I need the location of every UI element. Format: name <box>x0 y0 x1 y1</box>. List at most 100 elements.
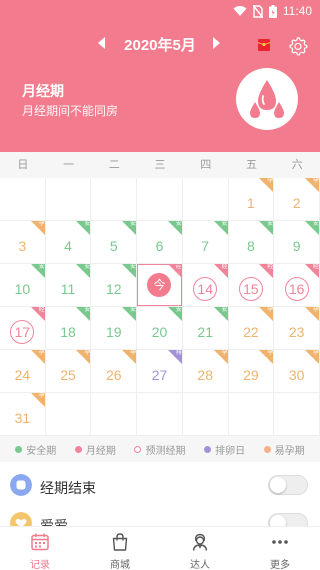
cycle-status-title: 月经期 <box>22 83 64 99</box>
calendar-day-cell[interactable]: 孕 22 <box>228 307 275 350</box>
calendar-day-cell[interactable]: 安 18 <box>45 307 92 350</box>
weekday-label: 一 <box>63 159 75 171</box>
period-dot-icon <box>74 445 82 453</box>
calendar-day-cell[interactable]: 安8 <box>228 221 275 264</box>
legend-period-label: 月经期 <box>85 445 116 457</box>
day-number: 8 <box>247 238 255 254</box>
day-status-corner-label: 安 <box>267 221 274 227</box>
toggle-knob <box>270 477 286 493</box>
calendar-day-cell[interactable]: 安 19 <box>91 307 138 350</box>
calendar-day-cell[interactable]: 安 12 <box>91 264 138 307</box>
calendar-day-cell[interactable]: 孕 28 <box>182 350 229 393</box>
calendar-day-cell[interactable]: 安 20 <box>137 307 183 350</box>
legend-period: 月经期 <box>74 442 116 457</box>
day-status-corner-label: 孕 <box>38 221 45 227</box>
tab-expert[interactable]: 达人 <box>160 527 240 570</box>
tab-more[interactable]: 更多 <box>240 527 320 570</box>
calendar-day-cell[interactable]: 安 21 <box>182 307 229 350</box>
day-status-corner-label: 孕 <box>312 307 319 313</box>
day-status-corner-label: 孕 <box>267 178 274 184</box>
legend-ovulation-label: 排卵日 <box>215 445 246 457</box>
calendar-day-cell[interactable]: 安9 <box>274 221 320 264</box>
day-status-corner-label: 经 <box>38 307 45 313</box>
day-status-corner-label: 经 <box>221 264 228 270</box>
calendar-day-cell[interactable]: 安7 <box>182 221 229 264</box>
day-status-corner-label: 安 <box>221 307 228 313</box>
legend-safe: 安全期 <box>15 442 56 457</box>
calendar-day-cell[interactable]: 经 16 <box>274 264 320 307</box>
legend-fertile-label: 易孕期 <box>274 445 305 457</box>
calendar-day-cell[interactable]: 经今 <box>137 264 183 307</box>
calendar-empty-cell <box>228 393 275 436</box>
tab-record-label: 记录 <box>30 560 50 570</box>
day-status-corner-label: 排 <box>175 350 182 356</box>
calendar-day-cell[interactable]: 经 14 <box>182 264 229 307</box>
calendar-day-cell[interactable]: 孕 24 <box>0 350 46 393</box>
month-navigator: 2020年5月 <box>0 30 320 58</box>
day-number: 27 <box>151 367 168 383</box>
calendar-day-cell[interactable]: 孕 26 <box>91 350 138 393</box>
calendar-day-cell[interactable]: 安 11 <box>45 264 92 307</box>
previous-month-button[interactable] <box>96 36 106 50</box>
calendar-day-cell[interactable]: 孕 30 <box>274 350 320 393</box>
day-number: 24 <box>14 367 31 383</box>
weekday-label: 五 <box>245 159 257 171</box>
tab-record[interactable]: 记录 <box>0 527 80 570</box>
month-title[interactable]: 2020年5月 <box>110 34 210 55</box>
calendar-day-cell[interactable]: 孕2 <box>274 178 320 221</box>
period-end-toggle[interactable] <box>268 475 308 495</box>
settings-gear-icon[interactable] <box>287 35 309 57</box>
day-status-corner-label: 孕 <box>267 350 274 356</box>
day-number: 14 <box>197 281 213 297</box>
period-drop-icon <box>236 68 298 130</box>
weekday-header: 日一二三四五六 <box>0 152 320 178</box>
next-month-button[interactable] <box>212 36 222 50</box>
day-number: 15 <box>243 281 259 297</box>
day-status-corner-label: 安 <box>175 307 182 313</box>
red-packet-icon[interactable] <box>257 38 271 52</box>
calendar-legend: 安全期 月经期 预测经期 排卵日 易孕期 <box>0 436 320 462</box>
calendar-empty-cell <box>182 393 229 436</box>
calendar-day-cell[interactable]: 孕1 <box>228 178 275 221</box>
calendar-day-cell[interactable]: 孕 29 <box>228 350 275 393</box>
bottom-tab-bar: 记录 商城 达人 更多 <box>0 526 320 570</box>
day-number: 23 <box>288 324 305 340</box>
status-icons: 11:40 <box>233 4 312 18</box>
calendar-day-cell[interactable]: 安 10 <box>0 264 46 307</box>
day-status-corner-label: 安 <box>312 221 319 227</box>
calendar-day-cell[interactable]: 孕 25 <box>45 350 92 393</box>
day-number: 10 <box>14 281 31 297</box>
calendar-empty-cell <box>45 393 92 436</box>
day-number: 9 <box>292 238 301 254</box>
shopping-bag-icon <box>112 533 128 551</box>
day-status-corner-label: 孕 <box>84 350 91 356</box>
calendar-empty-cell <box>91 178 138 221</box>
calendar-day-cell[interactable]: 经 15 <box>228 264 275 307</box>
weekday-label: 日 <box>17 159 29 171</box>
tab-shop[interactable]: 商城 <box>80 527 160 570</box>
day-status-corner-label: 孕 <box>312 350 319 356</box>
calendar-day-cell[interactable]: 排 27 <box>137 350 183 393</box>
day-status-corner-label: 安 <box>175 221 182 227</box>
calendar-empty-cell <box>137 178 183 221</box>
tab-shop-label: 商城 <box>110 560 130 570</box>
calendar-day-cell[interactable]: 经 17 <box>0 307 46 350</box>
calendar-day-cell[interactable]: 孕 31 <box>0 393 46 436</box>
legend-predicted-label: 预测经期 <box>145 445 186 457</box>
day-status-corner-label: 安 <box>221 221 228 227</box>
day-number: 17 <box>14 324 31 340</box>
day-number: 25 <box>60 367 76 383</box>
period-end-label: 经期结束 <box>40 480 96 496</box>
calendar-icon <box>31 533 49 551</box>
calendar-day-cell[interactable]: 孕 23 <box>274 307 320 350</box>
day-number: 19 <box>105 324 122 340</box>
cycle-status-subtitle: 月经期间不能同房 <box>22 104 119 118</box>
day-status-corner-label: 孕 <box>130 350 137 356</box>
calendar-day-cell[interactable]: 孕3 <box>0 221 46 264</box>
calendar-day-cell[interactable]: 安6 <box>137 221 183 264</box>
day-status-corner-label: 经 <box>267 264 274 270</box>
day-number: 26 <box>105 367 122 383</box>
calendar-day-cell[interactable]: 安5 <box>91 221 138 264</box>
legend-ovulation: 排卵日 <box>204 442 245 457</box>
calendar-day-cell[interactable]: 安4 <box>45 221 92 264</box>
